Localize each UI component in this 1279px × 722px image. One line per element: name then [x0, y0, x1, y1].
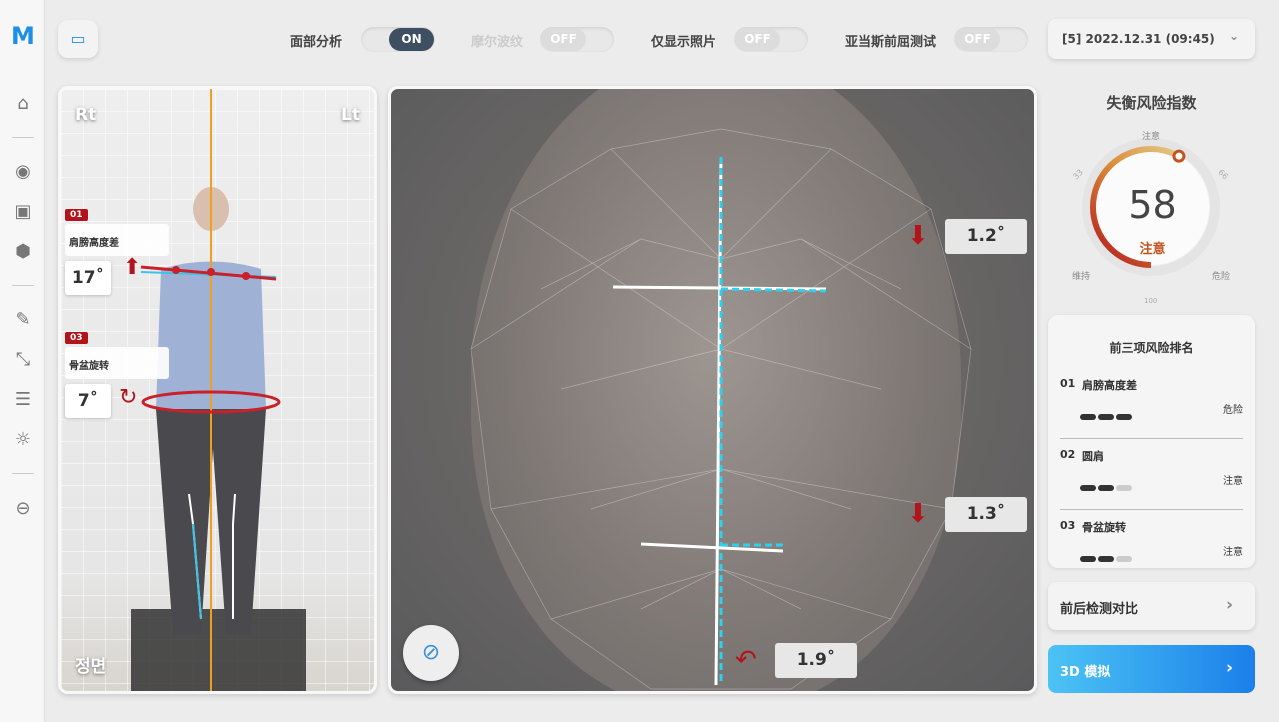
risk-level: 注意: [1223, 547, 1243, 558]
rotate-arrow-icon: ↻: [119, 385, 138, 410]
adams-test-toggle[interactable]: OFF: [954, 27, 1028, 52]
toggle-knob: ON: [389, 28, 434, 51]
app-logo: M: [11, 22, 35, 50]
face-analysis-toggle[interactable]: ON: [361, 27, 435, 52]
risk-number: 02: [1060, 448, 1076, 461]
eye-off-icon: ⊘: [421, 640, 441, 665]
hide-overlay-button[interactable]: ⊘: [403, 625, 459, 681]
gauge-label-top: 注意: [1142, 132, 1161, 142]
session-select[interactable]: [5] 2022.12.31 (09:45) ⌄: [1048, 19, 1255, 59]
top-risk-ranking: 前三项风险排名 01 肩膀高度差 危险 02 圆肩 注意 03 骨盆旋转 注意: [1048, 315, 1255, 568]
divider: [12, 285, 34, 286]
photo-only-toggle[interactable]: OFF: [734, 27, 808, 52]
body-posture-panel: Rt Lt 정면 01 肩膀高度差 17˚ ⬆ 03 骨盆旋转 7˚ ↻: [58, 86, 377, 694]
risk-index-title: 失衡风险指数: [1106, 94, 1197, 112]
home-icon[interactable]: ⌂: [11, 92, 35, 116]
3d-simulation-label: 3D 模拟: [1060, 665, 1111, 680]
sliders-icon[interactable]: ☰: [11, 388, 35, 412]
rotate-arrow-icon: ↶: [735, 645, 757, 675]
measure-number: 01: [65, 209, 88, 221]
right-side-label: Rt: [75, 105, 97, 125]
eye-tilt-angle: 1.2˚: [945, 219, 1027, 254]
arrow-down-icon: ⬇: [907, 221, 929, 251]
measure-name: 肩膀高度差: [65, 224, 169, 256]
book-icon: ▭: [70, 29, 86, 48]
3d-simulation-button[interactable]: 3D 模拟 ›: [1048, 645, 1255, 693]
chevron-right-icon: ›: [1225, 595, 1233, 615]
compare-label: 前后检测对比: [1060, 602, 1139, 617]
arrow-down-icon: ⬇: [907, 499, 929, 529]
back-icon[interactable]: ⊖: [11, 497, 35, 521]
compress-icon[interactable]: ⤡: [11, 348, 35, 372]
list-item: 03 骨盆旋转 注意: [1060, 519, 1243, 581]
list-item: 02 圆肩 注意: [1060, 448, 1243, 510]
adams-test-label: 亚当斯前屈测试: [845, 35, 937, 50]
risk-name: 骨盆旋转: [1082, 521, 1126, 534]
guide-book-button[interactable]: ▭: [58, 20, 98, 58]
report-icon[interactable]: ✎: [11, 308, 35, 332]
sidebar: M ⌂ ◉ ▣ ⬢ ✎ ⤡ ☰ ☼ ⊖: [0, 0, 45, 722]
measure-value: 7˚: [65, 384, 111, 418]
risk-level-bar: [1080, 547, 1134, 566]
arrow-up-icon: ⬆: [123, 255, 142, 280]
face-analysis-label: 面部分析: [290, 35, 343, 50]
view-label: 정면: [75, 657, 107, 677]
compare-button[interactable]: 前后检测对比 ›: [1048, 582, 1255, 630]
gauge-tick-100: 100: [1144, 297, 1158, 305]
mouth-tilt-angle: 1.3˚: [945, 497, 1027, 532]
lightbulb-icon[interactable]: ☼: [11, 428, 35, 452]
photo-analysis-icon[interactable]: ▣: [11, 200, 35, 224]
measure-value: 17˚: [65, 261, 111, 295]
chevron-right-icon: ›: [1225, 658, 1233, 678]
photo-only-label: 仅显示照片: [651, 35, 717, 50]
gauge-label-left: 维持: [1072, 272, 1091, 282]
moire-toggle[interactable]: OFF: [540, 27, 614, 52]
measure-name: 骨盆旋转: [65, 347, 169, 379]
risk-level: 危险: [1223, 405, 1243, 416]
chevron-down-icon: ⌄: [1228, 29, 1239, 43]
risk-score: 58: [1128, 183, 1177, 227]
risk-level: 注意: [1223, 476, 1243, 487]
risk-level-bar: [1080, 476, 1134, 495]
camera-icon[interactable]: ◉: [11, 160, 35, 184]
risk-number: 01: [1060, 377, 1076, 390]
risk-level-bar: [1080, 405, 1134, 424]
face-analysis-panel: ⬇ 1.2˚ ⬇ 1.3˚ ↶ 1.9˚ ⊘: [388, 86, 1037, 694]
gauge-indicator: [1172, 149, 1186, 163]
cube-icon[interactable]: ⬢: [11, 240, 35, 264]
gauge-label-right: 危险: [1212, 272, 1231, 282]
divider: [12, 137, 34, 138]
toggle-knob: OFF: [955, 28, 1000, 51]
moire-label: 摩尔波纹: [471, 35, 524, 50]
risk-number: 03: [1060, 519, 1076, 532]
risk-gauge: 注意 33 66 维持 危险 100 58 注意: [1070, 125, 1235, 305]
face-rotation-angle: 1.9˚: [775, 643, 857, 678]
list-item: 01 肩膀高度差 危险: [1060, 377, 1243, 439]
risk-name: 圆肩: [1082, 450, 1104, 463]
ranking-title: 前三项风险排名: [1109, 341, 1194, 355]
left-side-label: Lt: [341, 105, 360, 125]
measure-number: 03: [65, 332, 88, 344]
toggle-knob: OFF: [735, 28, 780, 51]
risk-name: 肩膀高度差: [1082, 379, 1137, 392]
toggle-knob: OFF: [541, 28, 586, 51]
risk-level: 注意: [1139, 242, 1166, 257]
divider: [12, 473, 34, 474]
face-mesh-overlay: [470, 128, 972, 690]
session-value: [5] 2022.12.31 (09:45): [1062, 32, 1215, 46]
